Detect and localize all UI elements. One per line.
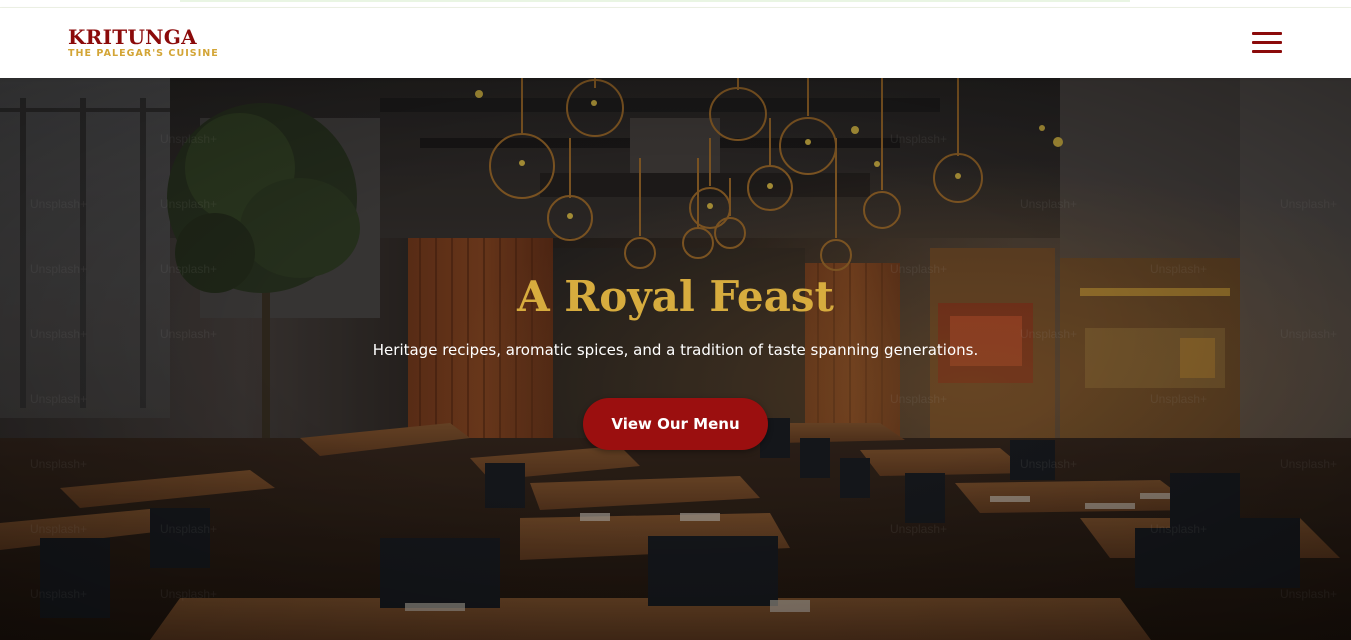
menu-line-middle xyxy=(1252,41,1282,44)
brand-tagline: THE PALEGAR'S CUISINE xyxy=(68,48,219,59)
view-menu-button[interactable]: View Our Menu xyxy=(583,398,768,450)
hero-section: Unsplash+ Unsplash+ Unsplash+ Unsplash+ … xyxy=(0,78,1351,640)
top-accent-bar xyxy=(180,0,1130,2)
top-strip xyxy=(0,0,1351,8)
brand-logo[interactable]: KRITUNGA THE PALEGAR'S CUISINE xyxy=(68,26,219,60)
hamburger-menu-icon[interactable] xyxy=(1251,31,1284,57)
hero-title: A Royal Feast xyxy=(517,272,834,321)
navbar: KRITUNGA THE PALEGAR'S CUISINE xyxy=(0,8,1351,78)
hero-subtitle: Heritage recipes, aromatic spices, and a… xyxy=(372,341,979,359)
menu-line-bottom xyxy=(1252,50,1282,53)
brand-name: KRITUNGA xyxy=(68,25,197,49)
menu-line-top xyxy=(1252,32,1282,35)
hero-content: A Royal Feast Heritage recipes, aromatic… xyxy=(0,78,1351,640)
